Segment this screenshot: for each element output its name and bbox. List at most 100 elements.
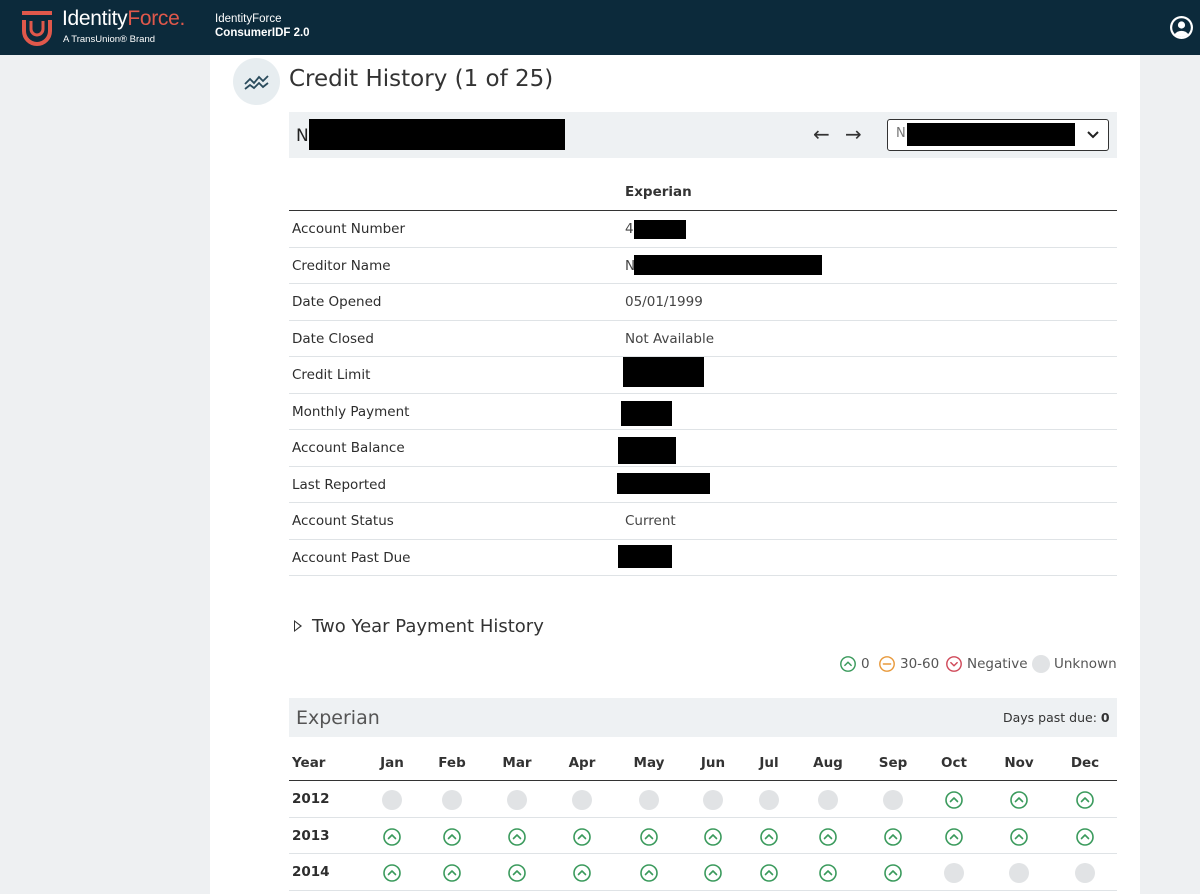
status-unknown-icon [442, 790, 462, 810]
month-column-header: Dec [1070, 755, 1100, 771]
days-past-due: Days past due: 0 [1003, 710, 1110, 725]
status-unknown-icon [1075, 863, 1095, 883]
prev-account-button[interactable]: ← [813, 122, 830, 146]
page-title: Credit History (1 of 25) [289, 66, 554, 92]
detail-label: Account Balance [292, 440, 405, 456]
detail-label: Date Opened [292, 294, 382, 310]
next-account-button[interactable]: → [845, 122, 862, 146]
chevron-down-icon [1087, 131, 1099, 139]
history-month-cell [639, 827, 659, 847]
detail-value: 05/01/1999 [625, 294, 703, 310]
history-month-cell [1009, 863, 1029, 883]
history-month-cell [759, 827, 779, 847]
status-ok-icon [1076, 791, 1094, 809]
status-ok-icon [945, 791, 963, 809]
detail-label: Date Closed [292, 330, 374, 347]
history-year-label: 2012 [292, 791, 330, 807]
status-ok-icon [945, 827, 963, 846]
legend-item: Negative [945, 655, 1028, 673]
history-month-cell [1009, 790, 1029, 810]
status-unknown-icon [1009, 863, 1029, 883]
status-unknown-icon [1032, 655, 1050, 673]
history-month-cell [818, 827, 838, 847]
shield-logo-icon [22, 11, 52, 46]
status-ok-icon [884, 864, 902, 882]
detail-label: Creditor Name [292, 257, 391, 274]
history-year-row: 2013 [289, 818, 1117, 854]
status-unknown-icon [507, 790, 527, 810]
month-column-header: Feb [438, 755, 466, 771]
history-month-cell [639, 863, 659, 883]
detail-label: Credit Limit [292, 367, 371, 383]
days-past-due-label: Days past due: [1003, 710, 1097, 725]
status-ok-icon [640, 864, 658, 882]
status-unknown-icon [382, 790, 402, 810]
history-month-cell [442, 790, 462, 810]
status-ok-icon [1010, 827, 1028, 846]
status-unknown-icon [639, 790, 659, 810]
account-select-value: N [896, 126, 906, 141]
month-column-header: Jan [380, 755, 404, 771]
status-ok-icon [640, 827, 658, 846]
status-ok-icon [819, 864, 837, 882]
history-month-cell [382, 790, 402, 810]
redaction-bar [618, 437, 676, 464]
user-circle-icon[interactable] [1169, 15, 1194, 40]
top-bar: IdentityForce. A TransUnion® Brand Ident… [0, 0, 1200, 55]
redaction-bar [309, 119, 565, 150]
logo-text-force: Force [127, 7, 180, 30]
status-ok-icon [704, 827, 722, 846]
status-ok-icon [760, 864, 778, 882]
detail-label: Account Status [292, 513, 394, 529]
status-unknown-icon [883, 790, 903, 810]
status-ok-icon [573, 827, 591, 846]
history-year-label: 2013 [292, 827, 330, 844]
detail-label: Last Reported [292, 476, 387, 493]
redaction-bar [617, 473, 710, 494]
redaction-bar [618, 545, 672, 568]
status-late-icon [879, 656, 895, 672]
legend-label: 30-60 [900, 656, 940, 672]
title-icon-badge [233, 58, 280, 105]
month-column-header: May [633, 755, 665, 771]
caret-right-icon[interactable] [294, 620, 302, 632]
status-ok-icon [1076, 827, 1094, 846]
status-ok-icon [760, 827, 778, 846]
status-unknown-icon [944, 863, 964, 883]
status-ok-icon [383, 827, 401, 846]
history-month-cell [1009, 827, 1029, 847]
history-month-cell [572, 790, 592, 810]
detail-row: Account Status Current [289, 503, 1117, 540]
status-ok-icon [508, 864, 526, 882]
legend-label: Negative [967, 656, 1028, 672]
legend-item: 0 [839, 655, 870, 673]
redaction-bar [634, 255, 822, 275]
days-past-due-value: 0 [1100, 710, 1110, 725]
month-column-header: Sep [878, 755, 908, 771]
redaction-bar [907, 123, 1075, 146]
status-unknown-icon [818, 790, 838, 810]
detail-row: Account Balance [289, 430, 1117, 467]
history-bureau-name: Experian [296, 707, 380, 729]
month-column-header: Apr [568, 755, 596, 771]
detail-label: Account Past Due [292, 549, 411, 566]
status-ok-icon [704, 864, 722, 882]
bureau-history-bar [289, 698, 1117, 737]
status-ok-icon [573, 864, 591, 882]
history-month-cell [639, 790, 659, 810]
history-month-cell [507, 827, 527, 847]
detail-row: Account Number 4 [289, 211, 1117, 248]
status-unknown-icon [759, 790, 779, 810]
detail-value: 4 [625, 221, 634, 237]
history-month-cell [382, 863, 402, 883]
detail-row: Account Past Due [289, 540, 1117, 576]
history-month-cell [944, 790, 964, 810]
account-name: N [296, 126, 309, 146]
month-column-header: Jul [759, 755, 779, 771]
month-column-header: Oct [941, 755, 967, 771]
history-month-cell [507, 790, 527, 810]
status-ok-icon [884, 827, 902, 846]
history-year-row: 2012 [289, 781, 1117, 818]
payment-history-toggle[interactable]: Two Year Payment History [312, 616, 544, 637]
status-ok-icon [443, 864, 461, 882]
